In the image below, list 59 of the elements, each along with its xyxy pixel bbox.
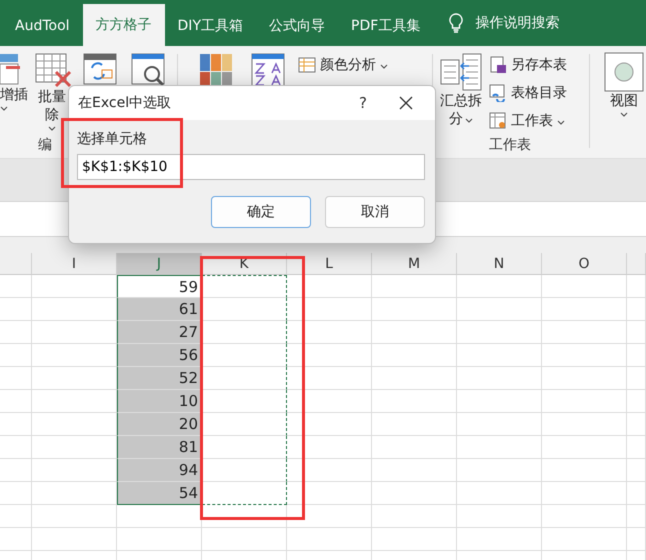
table-cell[interactable]	[202, 298, 287, 321]
table-link-icon	[489, 84, 508, 102]
column-header[interactable]: J	[117, 253, 202, 275]
table-cell[interactable]	[202, 367, 287, 390]
table-cell[interactable]: 59	[117, 275, 202, 298]
group-label: 编	[38, 136, 52, 154]
button-label[interactable]: 批量	[38, 88, 66, 106]
button-label[interactable]: 表格目录	[511, 84, 568, 102]
column-header[interactable]: N	[457, 253, 542, 275]
sheet-icon	[489, 112, 508, 130]
dialog-button[interactable]: 确定	[211, 196, 311, 228]
button-label[interactable]: 工作表	[511, 112, 554, 130]
table-cell[interactable]: 56	[117, 344, 202, 367]
table-cell[interactable]: 52	[117, 367, 202, 390]
search-label[interactable]: 操作说明搜索	[475, 14, 560, 32]
save-sheet-icon	[489, 56, 508, 74]
table-cell[interactable]	[202, 344, 287, 367]
merge-sheets-icon	[439, 52, 484, 92]
column-header[interactable]: M	[372, 253, 457, 275]
field-label: 选择单元格	[77, 130, 148, 148]
button-label[interactable]: 颜色分析	[320, 56, 376, 74]
column-header[interactable]: O	[542, 253, 627, 275]
table-icon	[298, 57, 316, 73]
button-label[interactable]: 增插	[0, 86, 28, 104]
table-cell[interactable]	[202, 482, 287, 505]
ribbon-tab[interactable]: AudTool	[2, 6, 83, 46]
ribbon-tab[interactable]: DIY工具箱	[164, 6, 256, 46]
table-cell[interactable]	[202, 390, 287, 413]
table-cell[interactable]: 54	[117, 482, 202, 505]
input-field[interactable]: $K$1:$K$10	[77, 154, 425, 180]
lightbulb-icon	[449, 13, 464, 33]
ribbon-tab[interactable]: 方方格子	[82, 4, 165, 46]
dialog-title: 在Excel中选取	[78, 94, 172, 112]
table-cell[interactable]	[202, 459, 287, 482]
dialog-button[interactable]: 取消	[325, 196, 425, 228]
table-cell[interactable]: 27	[117, 321, 202, 344]
table-cell[interactable]	[202, 321, 287, 344]
table-cell[interactable]: 81	[117, 436, 202, 459]
button-label[interactable]: 另存本表	[511, 56, 568, 74]
table-cell[interactable]: 94	[117, 459, 202, 482]
caret-icon	[380, 64, 388, 68]
table-cell[interactable]: 61	[117, 298, 202, 321]
ribbon-tab[interactable]: 公式向导	[256, 6, 338, 46]
table-cell[interactable]: 10	[117, 390, 202, 413]
button-label[interactable]: 汇总拆	[440, 92, 482, 110]
ribbon-tab[interactable]: PDF工具集	[338, 6, 434, 46]
table-cell[interactable]	[202, 413, 287, 436]
column-header[interactable]: I	[32, 253, 117, 275]
table-cell[interactable]: 20	[117, 413, 202, 436]
group-label: 工作表	[489, 136, 532, 154]
column-header[interactable]: L	[287, 253, 372, 275]
button-label[interactable]: 分	[449, 110, 464, 128]
table-cell[interactable]	[202, 436, 287, 459]
table-cell[interactable]	[202, 275, 287, 298]
caret-icon	[557, 120, 566, 124]
button-label[interactable]: 除	[45, 106, 59, 124]
help-button[interactable]: ?	[359, 94, 367, 112]
close-icon[interactable]	[399, 96, 413, 110]
button-label[interactable]: 视图	[610, 92, 638, 110]
